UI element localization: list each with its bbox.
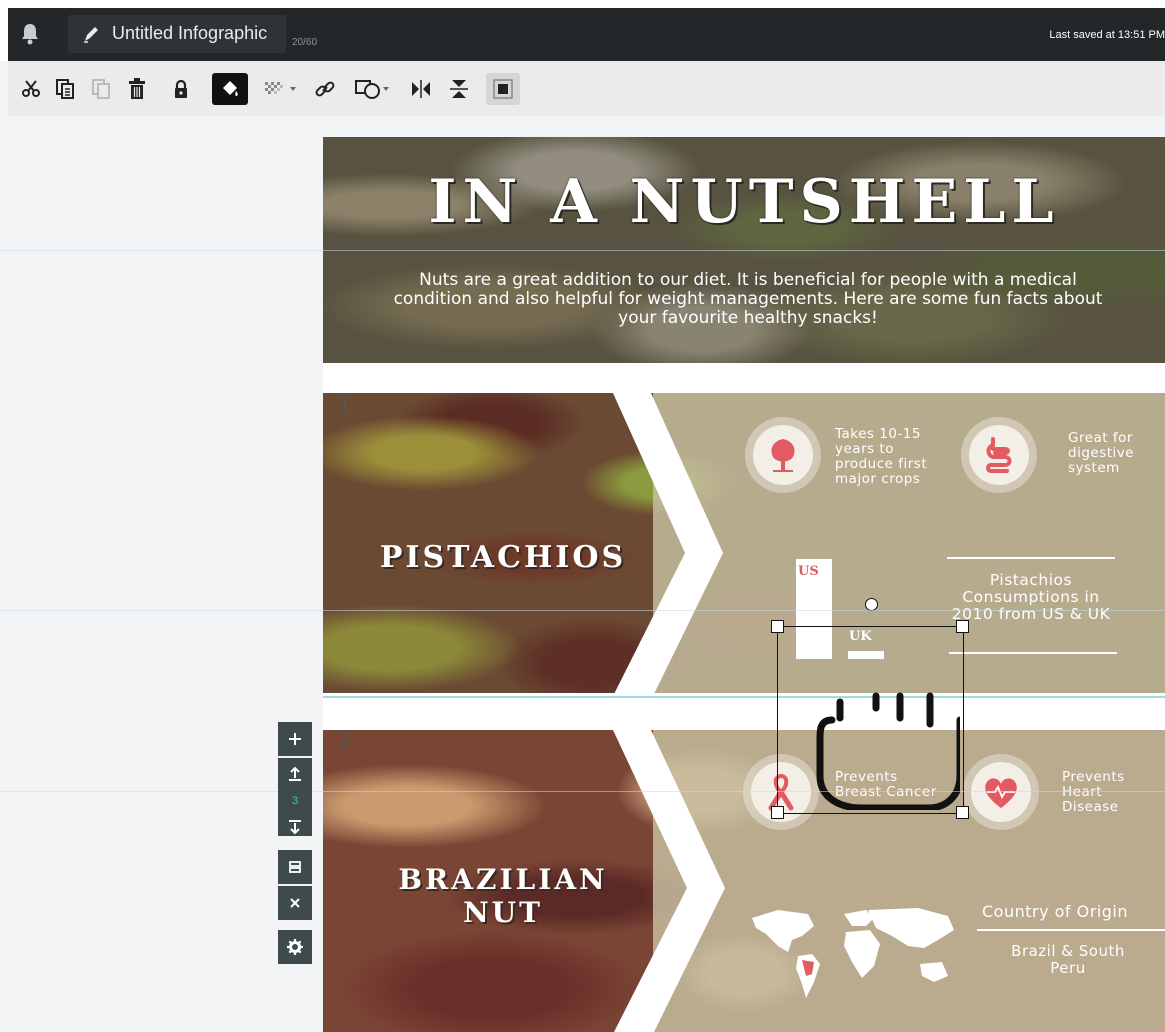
section-title-line: BRAZILIAN xyxy=(398,863,608,896)
stat-title[interactable]: Pistachios Consumptions in 2010 from US … xyxy=(945,572,1117,623)
move-up-icon[interactable] xyxy=(288,766,302,782)
arrange-icon xyxy=(493,79,513,99)
notifications-bell-icon[interactable] xyxy=(20,22,40,46)
top-bar: Untitled Infographic 20/60 Last saved at… xyxy=(0,0,1165,61)
infographic-canvas[interactable]: IN A NUTSHELL Nuts are a great addition … xyxy=(323,137,1165,1032)
paste-button[interactable] xyxy=(86,73,116,105)
guide-line xyxy=(0,791,1165,792)
gear-icon xyxy=(287,939,303,955)
divider-line xyxy=(947,557,1115,559)
shape-button[interactable] xyxy=(350,73,394,105)
tree-icon xyxy=(771,439,795,472)
delete-button[interactable] xyxy=(122,73,152,105)
lock-icon xyxy=(175,79,187,98)
guide-line xyxy=(0,610,1165,611)
transparency-icon xyxy=(265,82,296,94)
lock-button[interactable] xyxy=(166,73,196,105)
section-number: 1 xyxy=(337,393,352,419)
stat-value[interactable]: Brazil & South Peru xyxy=(993,943,1143,977)
world-map-icon[interactable] xyxy=(748,906,963,1001)
cut-button[interactable] xyxy=(16,73,46,105)
transparency-button[interactable] xyxy=(260,73,300,105)
selection-box[interactable] xyxy=(777,626,964,814)
move-down-icon[interactable] xyxy=(288,819,302,835)
document-title[interactable]: Untitled Infographic xyxy=(112,23,282,44)
fact-icon-circle[interactable] xyxy=(745,417,821,493)
delete-section-button[interactable] xyxy=(278,886,312,920)
resize-handle-top-right[interactable] xyxy=(956,620,969,633)
close-icon xyxy=(290,898,300,908)
plus-icon xyxy=(289,733,301,745)
document-title-field[interactable]: Untitled Infographic xyxy=(68,15,286,53)
resize-handle-top-left[interactable] xyxy=(771,620,784,633)
fill-bucket-icon xyxy=(223,81,238,97)
link-button[interactable] xyxy=(310,73,340,105)
section-number: 2 xyxy=(337,728,352,754)
intro-text[interactable]: Nuts are a great addition to our diet. I… xyxy=(378,271,1118,328)
divider-line xyxy=(977,929,1165,931)
section-title[interactable]: PISTACHIOS xyxy=(353,540,653,575)
paste-icon xyxy=(92,79,110,99)
cut-icon xyxy=(22,80,40,97)
section-title[interactable]: BRAZILIAN NUT xyxy=(353,863,653,929)
section-brazilian-nut[interactable]: 2 BRAZILIAN NUT Prevents Breast Cancer P… xyxy=(323,696,1165,1032)
fill-color-button[interactable] xyxy=(212,73,248,105)
flip-horizontal-button[interactable] xyxy=(406,73,436,105)
duplicate-section-button[interactable] xyxy=(278,850,312,884)
fact-icon-circle[interactable] xyxy=(963,754,1039,830)
stomach-icon xyxy=(986,437,1012,473)
trash-icon xyxy=(129,78,145,99)
copy-button[interactable] xyxy=(50,73,80,105)
title-char-count: 20/60 xyxy=(292,37,318,48)
arrange-button[interactable] xyxy=(486,73,520,105)
divider-line xyxy=(949,652,1117,654)
section-settings-button[interactable] xyxy=(278,930,312,964)
fact-text[interactable]: Prevents Heart Disease xyxy=(1062,770,1152,815)
editor-toolbar xyxy=(8,61,1165,116)
heart-icon xyxy=(985,778,1017,808)
stat-title[interactable]: Country of Origin xyxy=(975,903,1135,920)
add-section-button[interactable] xyxy=(278,722,312,756)
duplicate-icon xyxy=(289,861,301,873)
flip-vertical-button[interactable] xyxy=(444,73,474,105)
last-saved-status: Last saved at 13:51 PM xyxy=(1049,29,1165,41)
chart-label-us: US xyxy=(798,564,819,579)
fact-icon-circle[interactable] xyxy=(961,417,1037,493)
resize-handle-bottom-left[interactable] xyxy=(771,806,784,819)
top-bar-inner: Untitled Infographic 20/60 Last saved at… xyxy=(8,8,1165,61)
chevron-divider xyxy=(323,363,1165,696)
section-title-line: NUT xyxy=(463,896,543,929)
section-pistachios[interactable]: 1 PISTACHIOS Takes 10-15 years to produc… xyxy=(323,363,1165,696)
flip-horizontal-icon xyxy=(412,80,430,98)
fact-text[interactable]: Great for digestive system xyxy=(1068,431,1158,476)
resize-handle-bottom-right[interactable] xyxy=(956,806,969,819)
section-counter: 3 xyxy=(291,795,299,807)
fact-text[interactable]: Takes 10-15 years to produce first major… xyxy=(835,427,955,487)
copy-icon xyxy=(56,79,74,99)
infographic-title[interactable]: IN A NUTSHELL xyxy=(323,167,1165,237)
link-icon xyxy=(315,81,335,97)
pencil-icon xyxy=(84,27,98,43)
flip-vertical-icon xyxy=(450,80,468,98)
shape-icon xyxy=(355,80,389,99)
guide-line xyxy=(0,250,1165,251)
